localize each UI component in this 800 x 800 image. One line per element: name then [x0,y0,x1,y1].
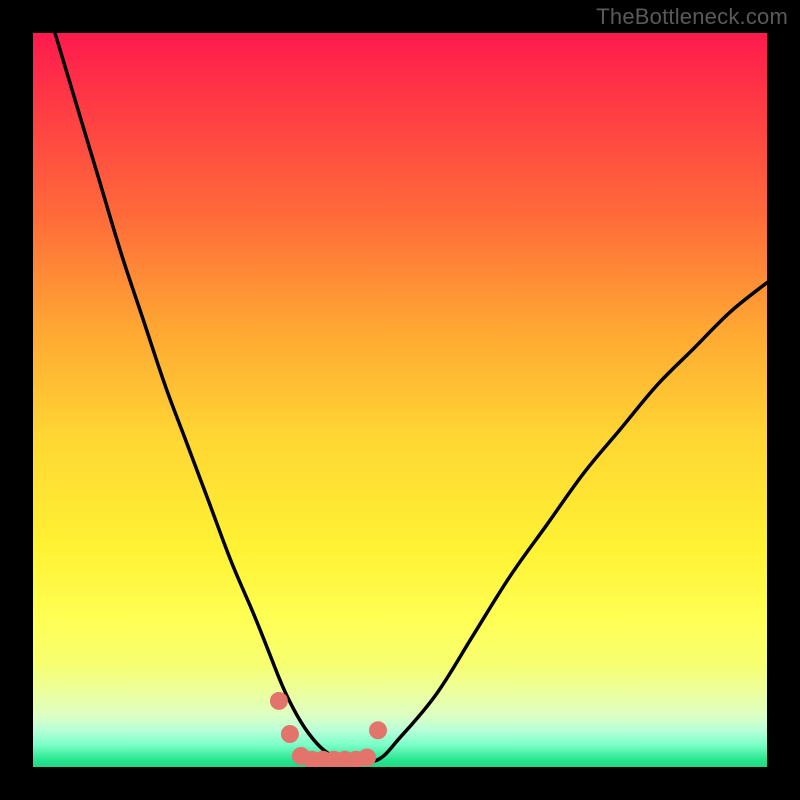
plot-area [33,33,767,767]
marker-dot [369,721,387,739]
watermark-text: TheBottleneck.com [596,4,788,30]
chart-svg [33,33,767,767]
marker-dot [358,749,376,767]
marker-dot [270,692,288,710]
bottleneck-curve [55,33,767,761]
chart-frame: TheBottleneck.com [0,0,800,800]
marker-group [270,692,387,767]
marker-dot [281,725,299,743]
